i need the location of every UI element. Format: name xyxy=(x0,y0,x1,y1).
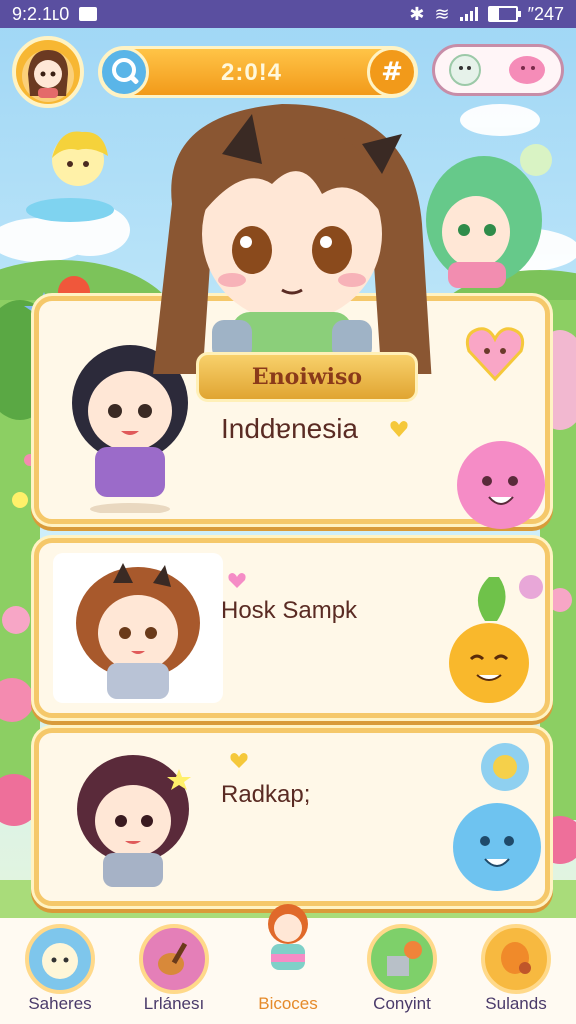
heart-icon xyxy=(390,421,408,437)
heart-icon xyxy=(230,753,248,768)
notification-icon xyxy=(79,7,98,21)
wifi-icon: ≋ xyxy=(434,3,450,24)
pet-panel[interactable] xyxy=(432,44,564,96)
search-icon[interactable] xyxy=(99,47,149,97)
search-bar[interactable]: 2:0ǃ4 # xyxy=(98,46,418,98)
bluetooth-icon: ✱ xyxy=(409,3,425,24)
garden-icon xyxy=(367,924,437,994)
search-value: 2:0ǃ4 xyxy=(221,59,283,86)
nav-item-characters[interactable]: Bicoces xyxy=(238,904,338,1024)
status-right-text: ″247 xyxy=(527,3,564,24)
heart-face-icon xyxy=(465,327,525,382)
character-card[interactable]: Hosk Sampk xyxy=(34,538,550,718)
nav-item-garden[interactable]: Conyint xyxy=(352,918,452,1024)
orange-turnip-icon xyxy=(449,575,543,703)
character-icon xyxy=(268,904,308,970)
character-card[interactable]: Radkap; xyxy=(34,728,550,906)
nav-label: Conyint xyxy=(373,994,431,1013)
main-character xyxy=(153,104,432,374)
battery-level xyxy=(489,8,499,20)
nav-item-music[interactable]: Lrlánesı xyxy=(124,918,224,1024)
character-name-banner: Enoiwiso xyxy=(196,352,418,402)
nav-label: Sulands xyxy=(485,994,547,1013)
top-hud: 2:0ǃ4 # xyxy=(0,36,576,112)
nav-label: Bicoces xyxy=(258,994,318,1013)
card-title: Inddɐnesia xyxy=(221,413,359,444)
hash-icon: # xyxy=(381,57,403,87)
heart-icon xyxy=(228,573,246,588)
pet-icon xyxy=(25,924,95,994)
card-title: Radkap; xyxy=(221,781,311,808)
profile-avatar[interactable] xyxy=(12,36,84,108)
nav-item-sounds[interactable]: Sulands xyxy=(466,918,566,1024)
nav-item-pets[interactable]: Saheres xyxy=(10,918,110,1024)
nav-label: Saheres xyxy=(28,994,92,1013)
character-thumbnail xyxy=(53,553,223,703)
character-portrait xyxy=(77,755,191,887)
banner-title: Enoiwiso xyxy=(251,364,363,390)
bottom-navigation: Saheres Lrlánesı Bicoces Conyint Sulands xyxy=(0,904,576,1024)
status-time: 9:2.1ʟ0 xyxy=(12,3,70,24)
battery-icon xyxy=(487,6,521,22)
signal-icon xyxy=(459,7,478,21)
instrument-icon xyxy=(481,924,551,994)
blue-blob-icon xyxy=(453,743,541,891)
status-bar: 9:2.1ʟ0 ✱ ≋ ″247 xyxy=(0,0,576,28)
pink-blob-icon xyxy=(457,441,545,529)
pets-icons xyxy=(449,54,545,86)
avatar-icon xyxy=(22,50,74,102)
guitar-icon xyxy=(139,924,209,994)
character-portrait xyxy=(76,563,200,699)
hash-button[interactable]: # xyxy=(367,47,417,97)
card-title: Hosk Sampk xyxy=(221,597,358,624)
nav-label: Lrlánesı xyxy=(143,994,205,1013)
